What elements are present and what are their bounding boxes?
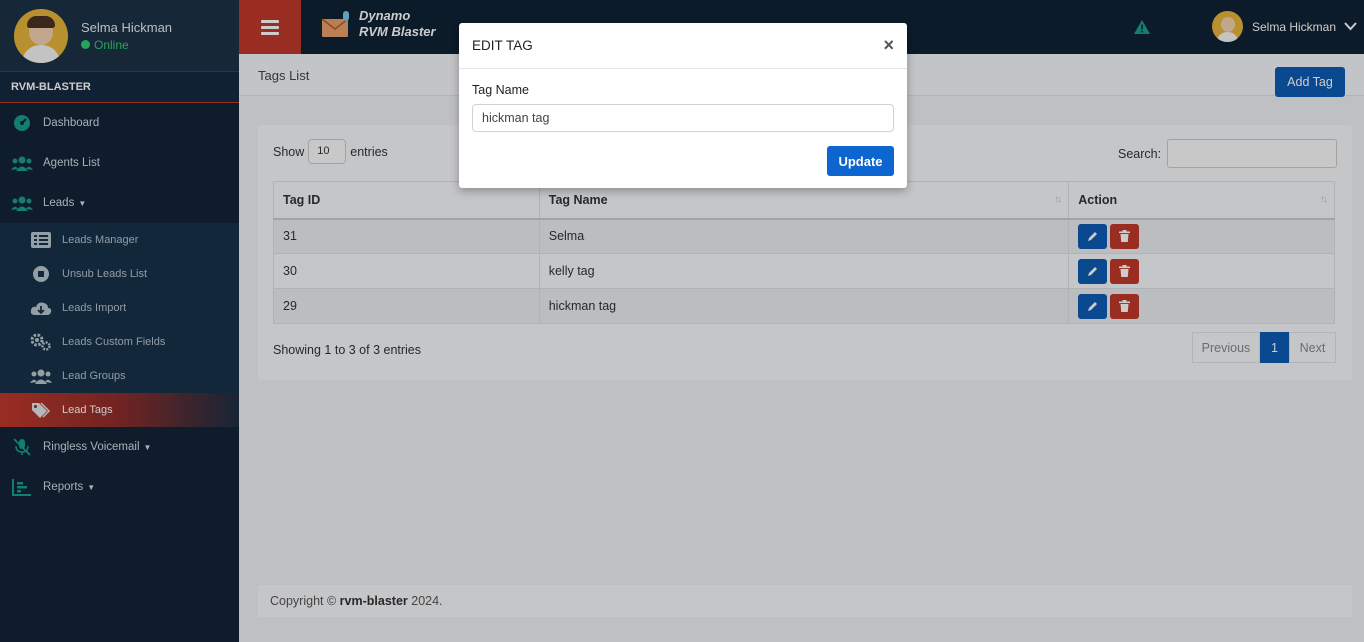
close-icon[interactable]: × xyxy=(883,35,894,56)
modal-header: EDIT TAG × xyxy=(459,23,907,69)
update-button[interactable]: Update xyxy=(827,146,894,176)
modal-title: EDIT TAG xyxy=(472,38,533,53)
tag-name-label: Tag Name xyxy=(472,83,529,97)
edit-tag-modal: EDIT TAG × Tag Name Update xyxy=(459,23,907,188)
tag-name-input[interactable] xyxy=(472,104,894,132)
